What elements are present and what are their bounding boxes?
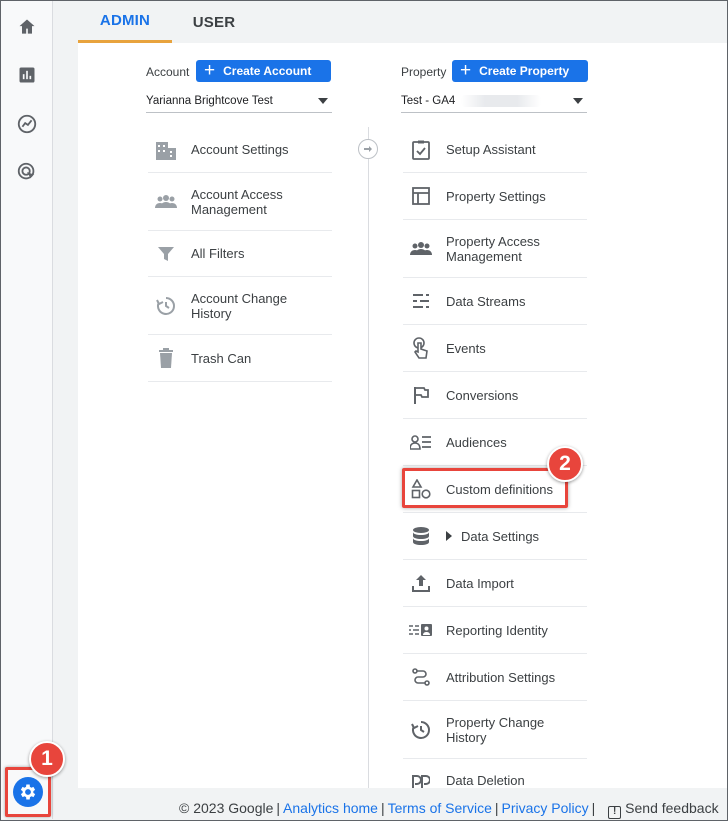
account-access-management-item[interactable]: Account Access Management: [148, 173, 332, 231]
plus-icon: +: [204, 59, 216, 81]
create-account-button[interactable]: + Create Account: [196, 60, 331, 82]
tab-admin[interactable]: ADMIN: [78, 1, 172, 43]
expand-arrow-icon[interactable]: [446, 531, 452, 541]
explore-icon[interactable]: [14, 111, 40, 137]
data-import-item[interactable]: Data Import: [403, 560, 587, 607]
account-change-history-item[interactable]: Account Change History: [148, 277, 332, 335]
footer: © 2023 Google | Analytics home | Terms of Se…: [179, 800, 719, 819]
plus-icon: +: [460, 59, 472, 81]
account-label: Account: [146, 65, 190, 79]
property-access-management-item[interactable]: Property Access Management: [403, 220, 587, 278]
redacted-id: [461, 94, 542, 107]
menu-item-label: Events: [446, 340, 486, 356]
reporting-identity-item[interactable]: Reporting Identity: [403, 607, 587, 654]
flag-icon: [409, 383, 433, 407]
menu-item-label: Account Change History: [191, 290, 288, 321]
property-change-history-item[interactable]: Property Change History: [403, 701, 587, 759]
history-icon: [409, 718, 433, 742]
route-icon: [409, 665, 433, 689]
advertising-icon[interactable]: [14, 159, 40, 185]
menu-item-label: Conversions: [446, 387, 519, 403]
data-settings-item[interactable]: Data Settings: [403, 513, 587, 560]
menu-item-label: Property Access Management: [446, 233, 540, 264]
events-item[interactable]: Events: [403, 325, 587, 372]
property-settings-item[interactable]: Property Settings: [403, 173, 587, 220]
all-filters-item[interactable]: All Filters: [148, 231, 332, 277]
data-streams-item[interactable]: Data Streams: [403, 278, 587, 325]
gear-icon[interactable]: [13, 777, 43, 807]
caret-down-icon: [318, 98, 328, 104]
menu-item-label: Data Deletion: [446, 773, 525, 788]
nav-rail: [1, 1, 53, 819]
conversions-item[interactable]: Conversions: [403, 372, 587, 419]
audience-icon: [409, 430, 433, 454]
menu-item-label: Trash Can: [191, 350, 252, 366]
attribution-settings-item[interactable]: Attribution Settings: [403, 654, 587, 701]
menu-item-label: Account Access Management: [191, 186, 283, 217]
data-deletion-item[interactable]: Data Deletion: [403, 759, 587, 788]
property-label: Property: [401, 65, 447, 79]
step-badge-2: 2: [547, 446, 583, 482]
trash-can-item[interactable]: Trash Can: [148, 335, 332, 382]
menu-item-label: Audiences: [446, 434, 507, 450]
create-property-label: Create Property: [479, 64, 570, 78]
menu-item-label: Setup Assistant: [446, 142, 536, 157]
checkbox-icon: [409, 138, 433, 162]
create-account-label: Create Account: [223, 64, 312, 78]
account-selector[interactable]: Yarianna Brightcove Test: [146, 89, 332, 113]
trash-icon: [154, 346, 178, 370]
layout-icon: [409, 184, 433, 208]
column-divider: [368, 127, 369, 788]
menu-item-label: Reporting Identity: [446, 622, 548, 638]
analytics-home-link[interactable]: Analytics home: [283, 800, 378, 816]
send-feedback-link[interactable]: Send feedback: [625, 800, 718, 816]
copyright: © 2023 Google: [179, 800, 274, 816]
touch-icon: [409, 336, 433, 360]
reports-icon[interactable]: [14, 62, 40, 88]
admin-user-tabs: ADMIN USER: [78, 1, 727, 43]
arrow-right-icon: [358, 139, 378, 159]
menu-item-label: All Filters: [191, 246, 245, 261]
admin-panel: Account + Create Account Yarianna Bright…: [78, 43, 727, 788]
people-icon: [409, 237, 433, 261]
menu-item-label: Data Streams: [446, 293, 526, 309]
menu-item-label: Property Settings: [446, 188, 546, 204]
streams-icon: [409, 289, 433, 313]
id-card-icon: [409, 618, 433, 642]
tab-user[interactable]: USER: [172, 1, 256, 43]
step-badge-1: 1: [29, 741, 65, 777]
property-selector[interactable]: Test - GA4: [401, 89, 587, 113]
building-icon: [154, 138, 178, 162]
privacy-link[interactable]: Privacy Policy: [502, 800, 589, 816]
menu-item-label: Attribution Settings: [446, 669, 556, 685]
custom-definitions-highlight: [402, 468, 568, 508]
caret-down-icon: [573, 98, 583, 104]
create-property-button[interactable]: + Create Property: [452, 60, 588, 82]
history-icon: [154, 294, 178, 318]
feedback-icon: !: [608, 806, 622, 819]
menu-item-label: Account Settings: [191, 142, 289, 157]
people-icon: [154, 190, 178, 214]
menu-item-label: Data Import: [446, 575, 514, 591]
data-deletion-icon: [409, 769, 433, 793]
database-icon: [409, 524, 433, 548]
home-icon[interactable]: [14, 14, 40, 40]
terms-link[interactable]: Terms of Service: [388, 800, 492, 816]
account-selected: Yarianna Brightcove Test: [146, 94, 273, 107]
upload-icon: [409, 571, 433, 595]
property-selected: Test - GA4: [401, 94, 456, 107]
menu-item-label: Property Change History: [446, 714, 545, 745]
account-settings-item[interactable]: Account Settings: [148, 127, 332, 173]
filter-icon: [154, 242, 178, 266]
setup-assistant-item[interactable]: Setup Assistant: [403, 127, 587, 173]
menu-item-label: Data Settings: [461, 528, 540, 544]
